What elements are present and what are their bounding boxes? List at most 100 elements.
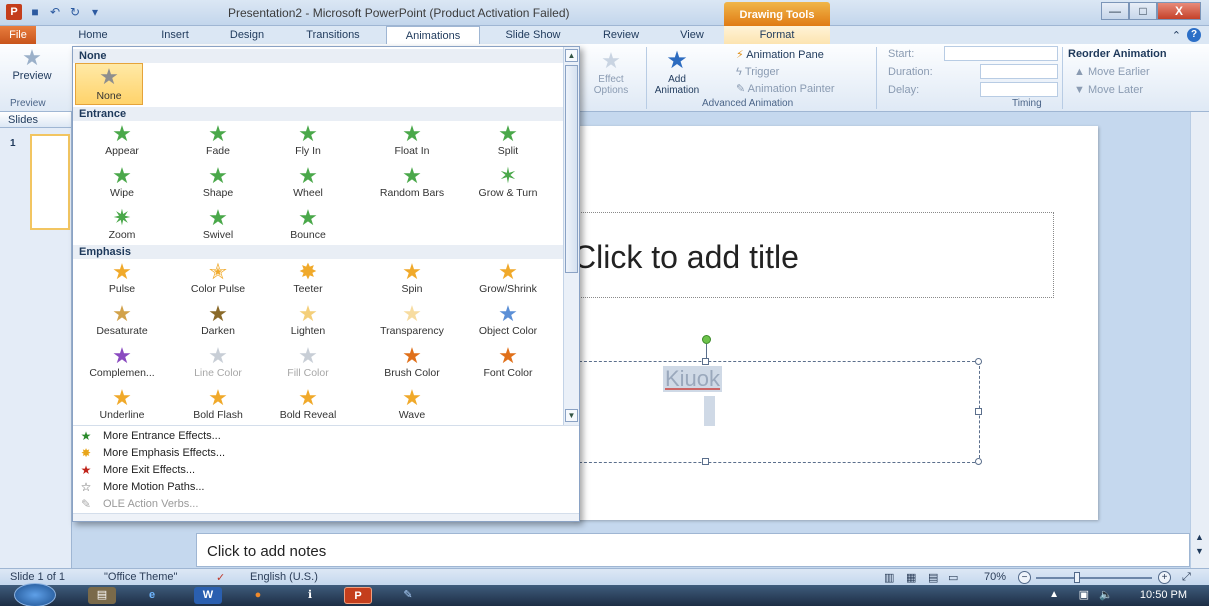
taskbar-clock[interactable]: 10:50 PM: [1140, 589, 1187, 601]
tab-view[interactable]: View: [672, 26, 712, 44]
help-icon[interactable]: ?: [1187, 28, 1201, 42]
network-icon[interactable]: ▣: [1079, 588, 1089, 601]
start-select[interactable]: [944, 46, 1058, 61]
word-taskbar-icon[interactable]: W: [194, 587, 222, 604]
zoom-level[interactable]: 70%: [984, 571, 1006, 583]
add-animation-button[interactable]: ★ Add Animation: [652, 48, 702, 97]
reading-view-icon[interactable]: ▤: [928, 571, 938, 584]
effect-grow-shrink[interactable]: ★ Grow/Shrink: [465, 261, 551, 301]
scroll-up-icon[interactable]: ▲: [1195, 532, 1204, 542]
effect-swivel[interactable]: ★ Swivel: [175, 207, 261, 247]
animation-painter-button[interactable]: ✎ Animation Painter: [736, 82, 835, 95]
resize-handle[interactable]: [702, 458, 709, 465]
slide-canvas[interactable]: Click to add title Kiuok: [572, 126, 1098, 520]
effect-wave[interactable]: ★ Wave: [369, 387, 455, 427]
duration-input[interactable]: [980, 64, 1058, 79]
zoom-slider[interactable]: [1036, 577, 1152, 579]
undo-icon[interactable]: ↶: [48, 5, 62, 19]
zoom-in-button[interactable]: +: [1158, 571, 1171, 584]
tab-file[interactable]: File: [0, 26, 36, 44]
tab-home[interactable]: Home: [76, 26, 110, 44]
tab-insert[interactable]: Insert: [156, 26, 194, 44]
effect-desaturate[interactable]: ★ Desaturate: [79, 303, 165, 343]
normal-view-icon[interactable]: ▥: [884, 571, 894, 584]
effect-float-in[interactable]: ★ Float In: [369, 123, 455, 163]
tab-format[interactable]: Format: [724, 26, 830, 44]
effect-options-button[interactable]: ★ Effect Options: [590, 48, 632, 96]
explorer-taskbar-icon[interactable]: ▤: [88, 587, 116, 604]
effect-appear[interactable]: ★ Appear: [79, 123, 165, 163]
move-later-button[interactable]: ▼ Move Later: [1074, 84, 1143, 96]
tab-animations[interactable]: Animations: [386, 26, 480, 44]
resize-handle[interactable]: [975, 408, 982, 415]
preview-button[interactable]: ★ Preview: [4, 46, 60, 83]
more-emphasis-effects[interactable]: ✸ More Emphasis Effects...: [79, 444, 225, 461]
gallery-scrollbar[interactable]: ▲ ▼: [563, 47, 579, 425]
effect-font-color[interactable]: ★ Font Color: [465, 345, 551, 385]
close-button[interactable]: X: [1157, 2, 1201, 20]
effect-fade[interactable]: ★ Fade: [175, 123, 261, 163]
effect-lighten[interactable]: ★ Lighten: [265, 303, 351, 343]
effect-zoom[interactable]: ✷ Zoom: [79, 207, 165, 247]
effect-wipe[interactable]: ★ Wipe: [79, 165, 165, 205]
rotation-handle[interactable]: [702, 335, 711, 344]
slides-pane-header[interactable]: Slides: [0, 112, 71, 128]
effect-teeter[interactable]: ✸ Teeter: [265, 261, 351, 301]
trigger-button[interactable]: ϟ Trigger: [736, 66, 779, 78]
tab-design[interactable]: Design: [226, 26, 268, 44]
app-taskbar-icon[interactable]: ℹ: [296, 587, 324, 604]
effect-grow-turn[interactable]: ✶ Grow & Turn: [465, 165, 551, 205]
resize-handle[interactable]: [975, 358, 982, 365]
powerpoint-logo-icon[interactable]: P: [6, 4, 22, 20]
move-earlier-button[interactable]: ▲ Move Earlier: [1074, 66, 1150, 78]
maximize-button[interactable]: □: [1129, 2, 1157, 20]
minimize-ribbon-icon[interactable]: ⌃: [1172, 29, 1181, 42]
effect-split[interactable]: ★ Split: [465, 123, 551, 163]
tab-slide-show[interactable]: Slide Show: [496, 26, 570, 44]
effect-object-color[interactable]: ★ Object Color: [465, 303, 551, 343]
vertical-scrollbar[interactable]: ▲ ▼: [1190, 112, 1209, 568]
fit-to-window-icon[interactable]: ⤢: [1182, 571, 1191, 584]
more-motion-paths[interactable]: ☆ More Motion Paths...: [79, 478, 205, 495]
effect-darken[interactable]: ★ Darken: [175, 303, 261, 343]
effect-random-bars[interactable]: ★ Random Bars: [369, 165, 455, 205]
powerpoint-taskbar-icon[interactable]: P: [344, 587, 372, 604]
resize-handle[interactable]: [975, 458, 982, 465]
gallery-scroll-up-icon[interactable]: ▲: [565, 49, 578, 62]
effect-none[interactable]: ★ None: [75, 63, 143, 105]
title-placeholder[interactable]: Click to add title: [572, 212, 1054, 298]
effect-fly-in[interactable]: ★ Fly In: [265, 123, 351, 163]
more-exit-effects[interactable]: ★ More Exit Effects...: [79, 461, 196, 478]
effect-color-pulse[interactable]: ✭ Color Pulse: [175, 261, 261, 301]
start-button-icon[interactable]: [14, 583, 56, 606]
ie-taskbar-icon[interactable]: e: [138, 587, 166, 604]
scroll-down-icon[interactable]: ▼: [1195, 546, 1204, 556]
tab-transitions[interactable]: Transitions: [300, 26, 366, 44]
effect-bold-flash[interactable]: ★ Bold Flash: [175, 387, 261, 427]
content-text[interactable]: Kiuok: [663, 366, 723, 392]
customize-qat-icon[interactable]: ▾: [88, 5, 102, 19]
firefox-taskbar-icon[interactable]: ●: [244, 587, 272, 604]
slide-thumbnail[interactable]: [30, 134, 70, 230]
effect-bold-reveal[interactable]: ★ Bold Reveal: [265, 387, 351, 427]
effect-wheel[interactable]: ★ Wheel: [265, 165, 351, 205]
language-status[interactable]: English (U.S.): [250, 571, 318, 583]
slideshow-view-icon[interactable]: ▭: [948, 571, 958, 584]
notes-pane[interactable]: Click to add notes: [196, 533, 1190, 567]
theme-status[interactable]: "Office Theme": [104, 571, 177, 583]
effect-underline[interactable]: ★ Underline: [79, 387, 165, 427]
save-icon[interactable]: ■: [28, 5, 42, 19]
gallery-scroll-thumb[interactable]: [565, 65, 578, 273]
effect-shape[interactable]: ★ Shape: [175, 165, 261, 205]
effect-spin[interactable]: ★ Spin: [369, 261, 455, 301]
effect-pulse[interactable]: ★ Pulse: [79, 261, 165, 301]
more-entrance-effects[interactable]: ★ More Entrance Effects...: [79, 427, 221, 444]
animation-pane-button[interactable]: ⚡ Animation Pane: [736, 48, 824, 61]
zoom-slider-thumb[interactable]: [1074, 572, 1080, 583]
slide-sorter-icon[interactable]: ▦: [906, 571, 916, 584]
tab-review[interactable]: Review: [596, 26, 646, 44]
gallery-scroll-down-icon[interactable]: ▼: [565, 409, 578, 422]
tray-expand-icon[interactable]: ▲: [1049, 589, 1059, 600]
redo-icon[interactable]: ↻: [68, 5, 82, 19]
effect-bounce[interactable]: ★ Bounce: [265, 207, 351, 247]
